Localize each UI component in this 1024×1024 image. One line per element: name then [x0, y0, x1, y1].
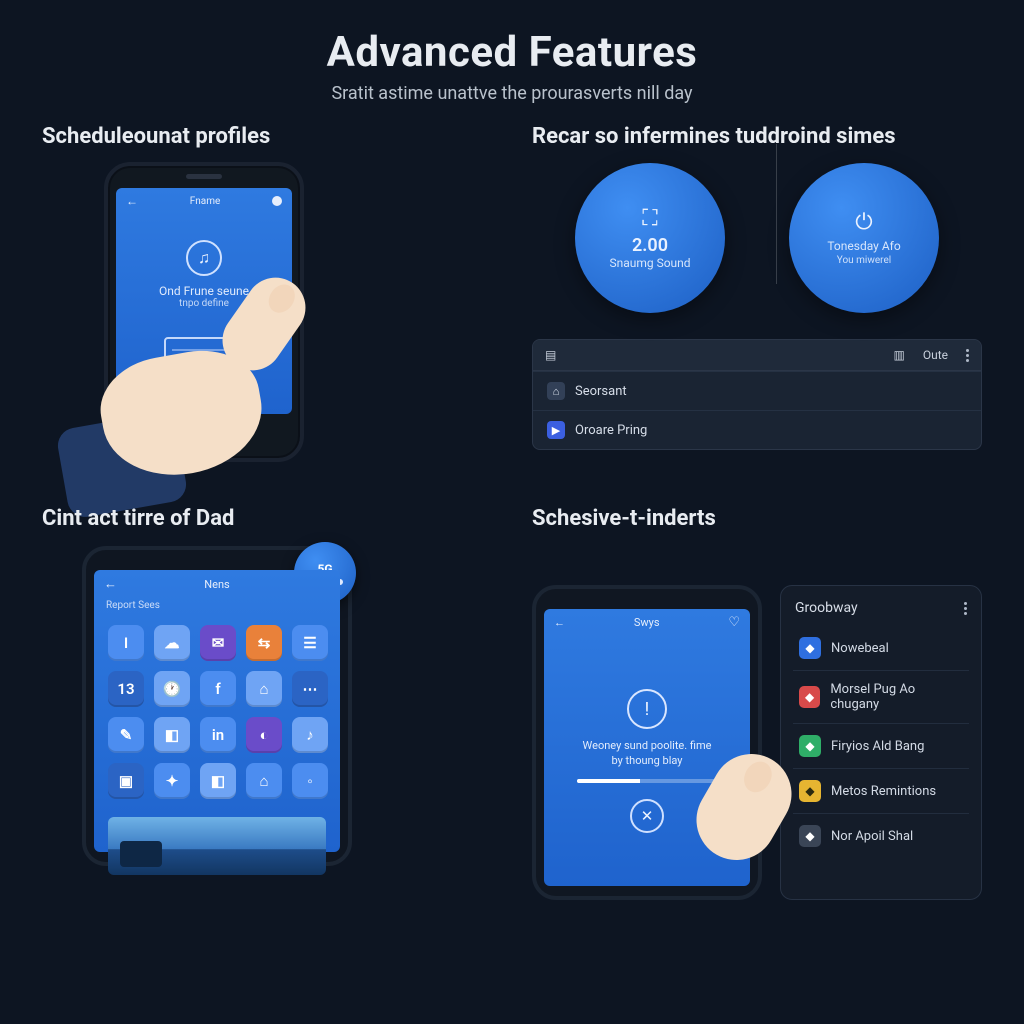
list-item[interactable]: ◆ Metos Remintions	[793, 768, 969, 813]
phone-mockup-schedule: ← Fname ♫ Ond Frune seune tnpo define	[104, 162, 304, 462]
list-item-icon: ◆	[799, 780, 821, 802]
menu-dot-icon[interactable]	[272, 196, 282, 206]
card-placeholder-icon	[164, 337, 244, 367]
list-item-label: Nowebeal	[831, 641, 889, 656]
section-reminders-heading: Schesive-t-inderts	[532, 506, 982, 531]
home-button[interactable]	[190, 420, 218, 448]
app-icon[interactable]: ▣	[108, 763, 144, 799]
panel-row[interactable]: ▶ Oroare Pring	[533, 410, 981, 449]
reminder-line1: Weoney sund poolite. fime	[583, 739, 712, 754]
heart-icon[interactable]: ♡	[728, 615, 740, 630]
more-icon[interactable]	[966, 349, 969, 362]
phone-header-label: Nens	[204, 578, 229, 591]
app-icon[interactable]: ☁	[154, 625, 190, 661]
app-icon[interactable]: ⌂	[246, 671, 282, 707]
app-icon[interactable]: ✉	[200, 625, 236, 661]
app-icon[interactable]: ✦	[154, 763, 190, 799]
sound-profile-icon: ♫	[186, 240, 222, 276]
power-icon: ⏻	[855, 210, 872, 235]
app-icon[interactable]: ☰	[292, 625, 328, 661]
list-item[interactable]: ◆ Morsel Pug Ao chugany	[793, 670, 969, 723]
play-icon: ▶	[547, 421, 565, 439]
app-icon[interactable]: 🕐	[154, 671, 190, 707]
stat-circle-day[interactable]: ⏻ Tonesday Afo You miwerel	[789, 163, 939, 313]
phone-header-label: Swys	[634, 616, 660, 629]
list-item-label: Morsel Pug Ao chugany	[830, 682, 963, 712]
home-icon: ⌂	[547, 382, 565, 400]
app-icon[interactable]: ◐	[246, 717, 282, 753]
section-time-of-day-heading: Cint act tirre of Dad	[42, 506, 492, 531]
page-subtitle: Sratit astime unattve the prourasverts n…	[42, 83, 982, 104]
app-icon[interactable]: f	[200, 671, 236, 707]
list-item-label: Metos Remintions	[831, 784, 936, 799]
photo-thumbnail[interactable]	[108, 817, 326, 875]
progress-bar	[577, 779, 716, 783]
app-icon[interactable]: ⇆	[246, 625, 282, 661]
stat-label: Snaumg Sound	[609, 256, 690, 270]
list-item[interactable]: ◆ Nowebeal	[793, 626, 969, 670]
stat-value: 2.00	[632, 235, 668, 256]
list-item-icon: ◆	[799, 735, 821, 757]
back-icon[interactable]: ←	[554, 616, 565, 629]
stat-line1: Tonesday Afo	[827, 239, 900, 253]
profile-title: Ond Frune seune	[116, 284, 292, 298]
back-icon[interactable]: ←	[104, 576, 117, 592]
phone-mockup-apps: 5G ← Nens Report Sees I☁✉⇆☰13🕐f⌂⋯✎◧in◐♪▣…	[82, 546, 352, 866]
panel-header-label: Oute	[923, 348, 948, 362]
phone-mockup-reminder: ← Swys ♡ ! Weoney sund poolite. fime by …	[532, 585, 762, 900]
list-item[interactable]: ◆ Firyios Ald Bang	[793, 723, 969, 768]
list-title: Groobway	[795, 600, 858, 616]
app-icon[interactable]: ⋯	[292, 671, 328, 707]
app-icon[interactable]: ◦	[292, 763, 328, 799]
phone-header-label: Fname	[190, 196, 221, 207]
phone-subheader: Report Sees	[94, 598, 340, 617]
app-icon[interactable]: ◧	[154, 717, 190, 753]
list-item[interactable]: ◆ Nor Apoil Shal	[793, 813, 969, 858]
reminder-list-card: Groobway ◆ Nowebeal ◆ Morsel Pug Ao chugany…	[780, 585, 982, 900]
list-item-icon: ◆	[799, 637, 821, 659]
close-button[interactable]: ✕	[630, 799, 664, 833]
app-icon[interactable]: in	[200, 717, 236, 753]
panel-row-label: Oroare Pring	[575, 423, 647, 438]
image-icon: ▤	[545, 348, 556, 362]
list-item-label: Nor Apoil Shal	[831, 829, 913, 844]
app-icon[interactable]: ◧	[200, 763, 236, 799]
more-icon[interactable]	[964, 602, 967, 615]
list-item-icon: ◆	[799, 686, 820, 708]
list-icon: ▥	[893, 348, 904, 362]
panel-row-label: Seorsant	[575, 384, 627, 399]
stat-circle-sound[interactable]: ⛶ 2.00 Snaumg Sound	[575, 163, 725, 313]
reminder-line2: by thoung blay	[583, 754, 712, 769]
schedule-panel: ▤ ▥ Oute ⌂ Seorsant ▶ Oroare Pring	[532, 339, 982, 450]
page-title: Advanced Features	[42, 28, 982, 77]
section-schedule-profiles-heading: Scheduleounat profiles	[42, 124, 492, 149]
app-icon[interactable]: ✎	[108, 717, 144, 753]
app-icon[interactable]: ⌂	[246, 763, 282, 799]
list-item-label: Firyios Ald Bang	[831, 739, 924, 754]
app-icon[interactable]: I	[108, 625, 144, 661]
person-icon: ⛶	[642, 206, 657, 231]
back-icon[interactable]: ←	[126, 194, 138, 208]
alert-icon: !	[627, 689, 667, 729]
app-icon[interactable]: ♪	[292, 717, 328, 753]
panel-row[interactable]: ⌂ Seorsant	[533, 371, 981, 410]
list-item-icon: ◆	[799, 825, 821, 847]
app-icon[interactable]: 13	[108, 671, 144, 707]
stat-line2: You miwerel	[837, 255, 891, 266]
profile-subtitle: tnpo define	[116, 298, 292, 309]
section-recurring-heading: Recar so infermines tuddroind simes	[532, 124, 982, 149]
